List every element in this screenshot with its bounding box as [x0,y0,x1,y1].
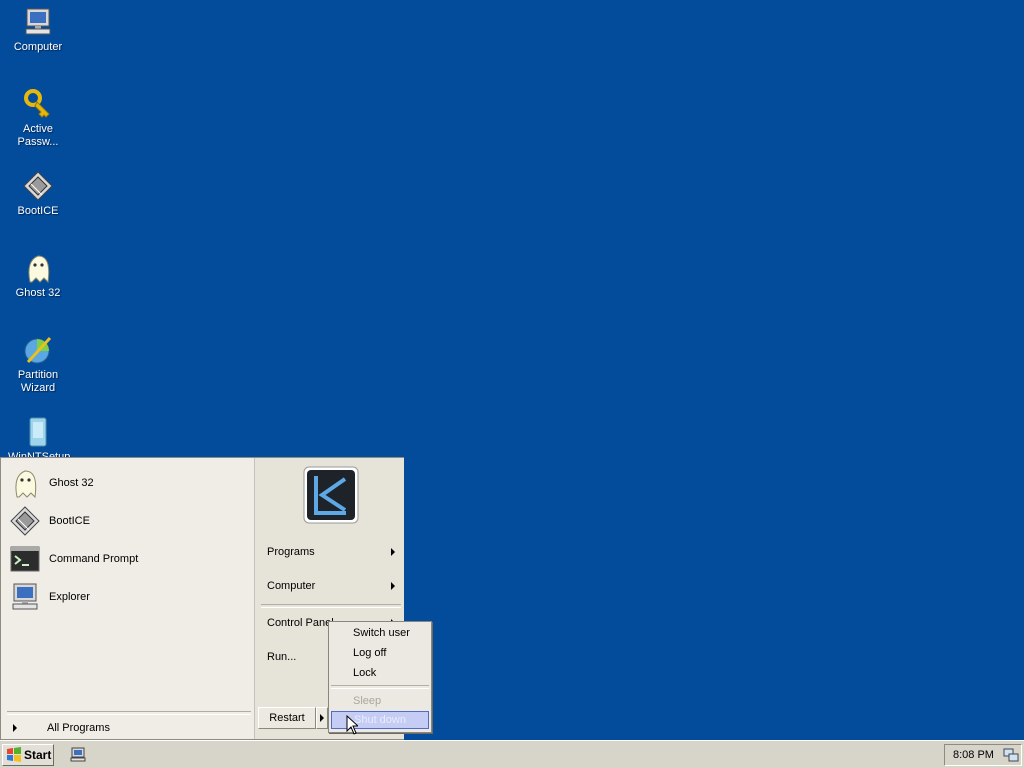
desktop-icon-label: Partition Wizard [17,369,59,394]
desktop-icon-bootice[interactable]: BootICE [8,170,68,218]
menu-item-label: Programs [267,546,315,558]
desktop-icon-label: BootICE [17,205,59,217]
ghost-icon [28,255,50,284]
menu-item-label: Sleep [353,695,382,707]
separator [7,711,251,715]
menu-item-log-off[interactable]: Log off [331,644,429,662]
key-icon [24,89,50,118]
pinned-item-ghost32[interactable]: Ghost 32 [9,466,249,500]
menu-item-programs[interactable]: Programs [263,542,399,562]
menu-item-shut-down[interactable]: Shut down [331,711,429,729]
menu-item-sleep: Sleep [331,692,429,710]
pinned-item-label: Ghost 32 [49,477,94,489]
partition-wizard-icon [24,336,52,364]
menu-item-label: Log off [353,647,387,659]
bootice-icon [10,506,40,536]
taskbar: Start 8:08 PM [0,740,1024,768]
separator [261,604,401,608]
explorer-icon [12,583,38,610]
desktop-icon-computer[interactable]: Computer [8,6,68,54]
pinned-item-explorer[interactable]: Explorer [9,580,249,614]
separator [331,685,429,689]
pinned-item-label: BootICE [49,515,90,527]
command-prompt-icon [10,546,40,572]
menu-item-switch-user[interactable]: Switch user [331,624,429,642]
menu-item-label: Switch user [353,627,410,639]
pinned-item-label: Command Prompt [49,553,139,565]
pinned-item-label: Explorer [49,591,90,603]
menu-item-computer[interactable]: Computer [263,576,399,596]
power-options-menu: Switch user Log off Lock Sleep Shut down [328,621,432,733]
restart-label: Restart [269,712,305,724]
network-icon[interactable] [1003,747,1019,763]
chevron-right-icon [320,714,324,722]
menu-item-label: Lock [353,667,377,679]
pinned-item-command-prompt[interactable]: Command Prompt [9,542,249,576]
start-label: Start [24,748,52,762]
menu-item-lock[interactable]: Lock [331,664,429,682]
desktop-icon-label: Active Passw... [17,123,59,148]
desktop-icon-partition-wizard[interactable]: Partition Wizard [8,334,68,395]
computer-icon [25,8,51,35]
desktop-icon-label: Computer [13,41,63,53]
chevron-right-icon [391,548,395,556]
menu-item-label: Computer [267,580,316,592]
winntsetup-icon [29,417,47,447]
menu-item-label: Shut down [354,714,406,726]
system-tray: 8:08 PM [944,744,1022,766]
ghost-icon [15,470,37,499]
clock[interactable]: 8:08 PM [953,749,994,761]
chevron-right-icon [391,582,395,590]
computer-icon[interactable] [70,747,86,763]
start-button[interactable]: Start [2,744,54,766]
desktop-icon-label: Ghost 32 [15,287,61,299]
windows-logo-icon [7,747,21,762]
desktop-icon-ghost32[interactable]: Ghost 32 [8,252,68,300]
power-options-arrow-button[interactable] [316,707,328,729]
all-programs-button[interactable]: All Programs [7,720,251,736]
pinned-item-bootice[interactable]: BootICE [9,504,249,538]
all-programs-label: All Programs [47,722,110,734]
restart-button[interactable]: Restart [258,707,316,729]
start-menu-pinned-panel: Ghost 32 BootICE Command Prompt Explorer… [1,458,254,739]
menu-item-label: Control Panel [267,617,334,629]
desktop-icon-active-password[interactable]: Active Passw... [8,88,68,149]
menu-item-label: Run... [267,651,297,663]
user-picture-icon [303,466,359,524]
chevron-right-icon [13,724,17,732]
bootice-icon [23,171,53,201]
